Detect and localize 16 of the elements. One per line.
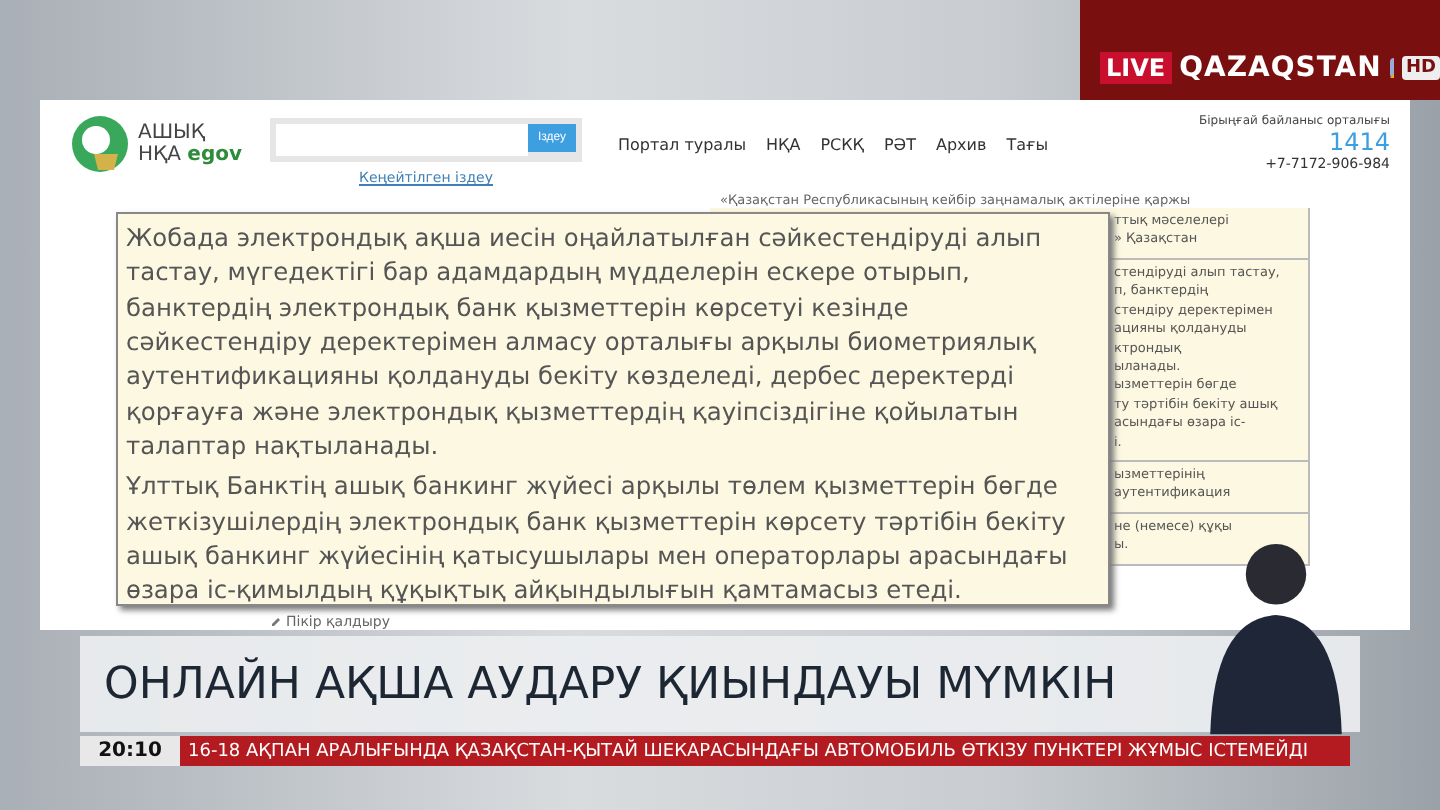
nav-link[interactable]: РСКҚ (820, 136, 864, 154)
nav-link[interactable]: Тағы (1006, 136, 1049, 154)
pencil-icon (270, 616, 282, 628)
nav-link[interactable]: Портал туралы (618, 136, 747, 154)
news-ticker: 16-18 АҚПАН АРАЛЫҒЫНДА ҚАЗАҚСТАН-ҚЫТАЙ ШЕКАРАСЫНДАҒЫ АВТОМОБИЛЬ ӨТКІЗУ ПУНКТЕРІ ЖҰМЫС ІСТЕМЕЙДІ (180, 736, 1350, 766)
clock-time: 20:10 (80, 736, 180, 766)
hd-badge: HD (1401, 56, 1440, 80)
logo-text: АШЫҚ (138, 121, 207, 144)
channel-name: QAZAQSTAN (1179, 52, 1382, 84)
contact-number: 1414 (1328, 128, 1390, 156)
nav-link[interactable]: РӘТ (883, 136, 916, 154)
nav-link[interactable]: НҚА (766, 136, 801, 154)
nav-link[interactable]: Архив (935, 136, 987, 154)
headline: ОНЛАЙН АҚША АУДАРУ ҚИЫНДАУЫ МҮМКІН (80, 636, 1360, 732)
live-badge: LIVE (1100, 52, 1172, 84)
logo-text: НҚА egov (138, 144, 242, 167)
